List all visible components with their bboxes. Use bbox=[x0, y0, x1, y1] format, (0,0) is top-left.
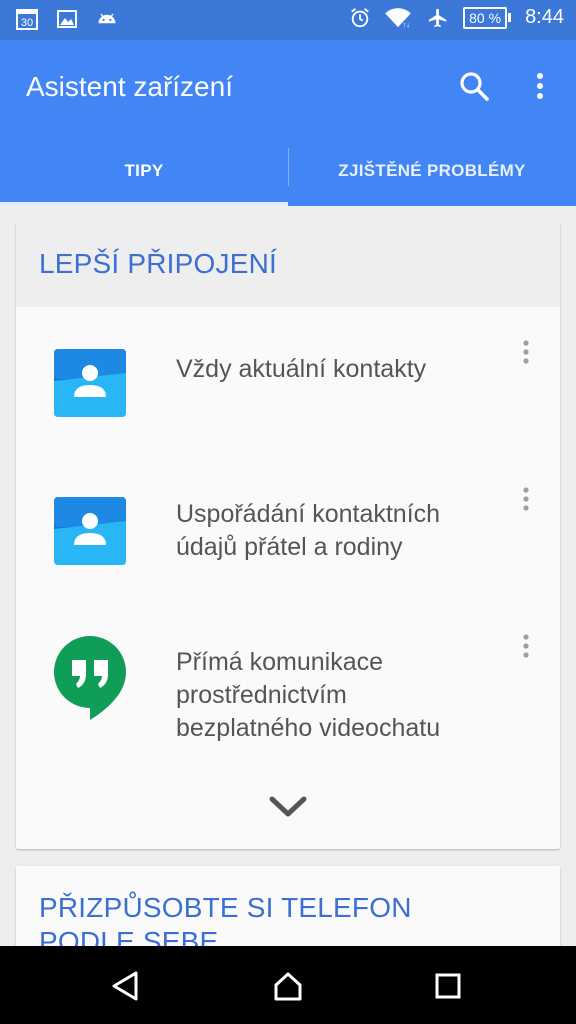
item-text: Vždy aktuální kontakty bbox=[176, 355, 427, 383]
item-more-icon[interactable] bbox=[516, 486, 536, 516]
list-item[interactable]: Přímá komunikace prostřednictvím bezplat… bbox=[16, 626, 560, 756]
back-icon[interactable] bbox=[108, 968, 144, 1004]
card-better-connection: LEPŠÍ PŘIPOJENÍ Vždy aktuální kontakty U… bbox=[16, 221, 560, 849]
chevron-down-icon[interactable] bbox=[266, 791, 310, 821]
svg-text:↑↓: ↑↓ bbox=[403, 20, 410, 29]
calendar-day: 30 bbox=[21, 17, 33, 29]
item-text: Přímá komunikace prostřednictvím bezplat… bbox=[176, 648, 441, 742]
navigation-bar bbox=[0, 946, 576, 1024]
list-item[interactable]: Vždy aktuální kontakty bbox=[16, 331, 560, 441]
tab-bar: TIPY ZJIŠTĚNÉ PROBLÉMY bbox=[0, 136, 576, 206]
tab-zjistene-problemy[interactable]: ZJIŠTĚNÉ PROBLÉMY bbox=[288, 136, 576, 206]
contacts-icon bbox=[54, 497, 126, 565]
battery-level: 80 % bbox=[463, 6, 508, 29]
alarm-icon bbox=[351, 7, 369, 27]
airplane-icon bbox=[428, 8, 447, 27]
item-more-icon[interactable] bbox=[516, 339, 536, 369]
android-icon bbox=[98, 13, 116, 24]
home-icon[interactable] bbox=[270, 968, 306, 1004]
clock: 8:44 bbox=[525, 6, 564, 28]
calendar-icon: 30 bbox=[16, 9, 38, 30]
tab-tipy[interactable]: TIPY bbox=[0, 136, 288, 206]
contacts-icon bbox=[54, 349, 126, 417]
tab-indicator bbox=[0, 202, 288, 206]
recents-icon[interactable] bbox=[430, 968, 466, 1004]
app-bar: Asistent zařízení bbox=[0, 40, 576, 136]
list-item[interactable]: Uspořádání kontaktních údajů přátel a ro… bbox=[16, 479, 560, 589]
status-bar: 30 ↑↓ 80 % 8:44 bbox=[0, 0, 576, 40]
more-vert-icon[interactable] bbox=[524, 68, 556, 104]
search-icon[interactable] bbox=[456, 68, 492, 104]
item-more-icon[interactable] bbox=[516, 633, 536, 663]
hangouts-icon bbox=[54, 636, 126, 720]
battery-indicator: 80 % bbox=[463, 6, 512, 29]
wifi-icon: ↑↓ bbox=[385, 7, 411, 29]
card-title: LEPŠÍ PŘIPOJENÍ bbox=[39, 248, 277, 279]
item-text: Uspořádání kontaktních údajů přátel a ro… bbox=[176, 500, 441, 561]
image-icon bbox=[57, 10, 77, 28]
page-title: Asistent zařízení bbox=[26, 71, 233, 102]
